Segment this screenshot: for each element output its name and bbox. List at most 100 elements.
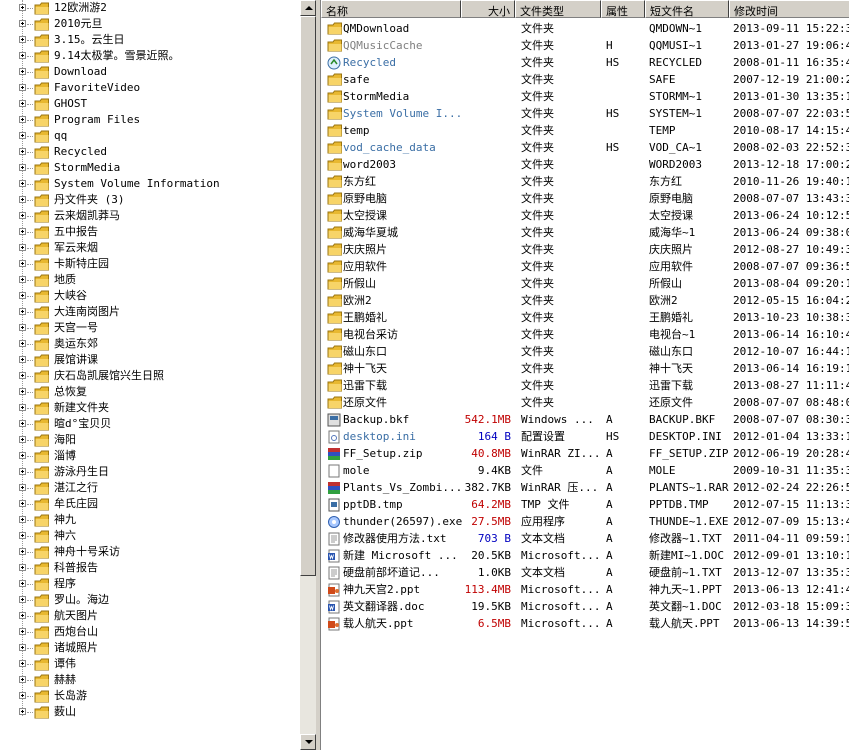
expand-plus-icon[interactable] xyxy=(19,708,26,715)
tree-node[interactable]: StormMedia xyxy=(0,160,300,176)
file-row[interactable]: StormMedia 文件夹 STORMM~1 2013-01-30 13:35:18 xyxy=(321,88,849,105)
tree-node[interactable]: 暄d°宝贝贝 xyxy=(0,416,300,432)
file-row[interactable]: 所假山 文件夹 所假山 2013-08-04 09:20:14 xyxy=(321,275,849,292)
file-row[interactable]: 还原文件 文件夹 还原文件 2008-07-07 08:48:08 xyxy=(321,394,849,411)
file-row[interactable]: 原野电脑 文件夹 原野电脑 2008-07-07 13:43:30 xyxy=(321,190,849,207)
expand-plus-icon[interactable] xyxy=(19,596,26,603)
tree-node[interactable]: 牟氏庄园 xyxy=(0,496,300,512)
expand-plus-icon[interactable] xyxy=(19,436,26,443)
tree-node[interactable]: GHOST xyxy=(0,96,300,112)
file-row[interactable]: thunder(26597).exe 27.5MB 应用程序 A THUNDE~1.EX… xyxy=(321,513,849,530)
tree-node[interactable]: qq xyxy=(0,128,300,144)
expand-plus-icon[interactable] xyxy=(19,52,26,59)
expand-plus-icon[interactable] xyxy=(19,372,26,379)
column-short-name[interactable]: 短文件名 xyxy=(645,0,729,18)
tree-node[interactable]: 淄博 xyxy=(0,448,300,464)
tree-node[interactable]: 卡斯特庄园 xyxy=(0,256,300,272)
expand-plus-icon[interactable] xyxy=(19,292,26,299)
file-row[interactable]: System Volume I... 文件夹 HS SYSTEM~1 2008-07-0… xyxy=(321,105,849,122)
file-row[interactable]: 载人航天.ppt 6.5MB Microsoft... A 载人航天.PPT 2013-0… xyxy=(321,615,849,632)
expand-plus-icon[interactable] xyxy=(19,36,26,43)
file-row[interactable]: 新建 Microsoft ... 20.5KB Microsoft... A 新建MI~… xyxy=(321,547,849,564)
file-row[interactable]: 庆庆照片 文件夹 庆庆照片 2012-08-27 10:49:38 xyxy=(321,241,849,258)
tree-node[interactable]: 12欧洲游2 xyxy=(0,0,300,16)
expand-plus-icon[interactable] xyxy=(19,84,26,91)
tree-node[interactable]: 赫赫 xyxy=(0,672,300,688)
tree-node[interactable]: 大连南岗图片 xyxy=(0,304,300,320)
tree-node[interactable]: 程序 xyxy=(0,576,300,592)
expand-plus-icon[interactable] xyxy=(19,612,26,619)
expand-plus-icon[interactable] xyxy=(19,4,26,11)
file-row[interactable]: Recycled 文件夹 HS RECYCLED 2008-01-11 16:35:40 xyxy=(321,54,849,71)
tree-node[interactable]: 神舟十号采访 xyxy=(0,544,300,560)
tree-node[interactable]: 长岛游 xyxy=(0,688,300,704)
scroll-down-button[interactable] xyxy=(300,734,316,750)
tree-node[interactable]: 诸城照片 xyxy=(0,640,300,656)
expand-plus-icon[interactable] xyxy=(19,244,26,251)
tree-node[interactable]: System Volume Information xyxy=(0,176,300,192)
expand-plus-icon[interactable] xyxy=(19,148,26,155)
tree-node[interactable]: 丹文件夹 (3) xyxy=(0,192,300,208)
file-row[interactable]: 王鹏婚礼 文件夹 王鹏婚礼 2013-10-23 10:38:34 xyxy=(321,309,849,326)
file-row[interactable]: QQMusicCache 文件夹 H QQMUSI~1 2013-01-27 19:06… xyxy=(321,37,849,54)
expand-plus-icon[interactable] xyxy=(19,68,26,75)
tree-node[interactable]: 海阳 xyxy=(0,432,300,448)
file-row[interactable]: 应用软件 文件夹 应用软件 2008-07-07 09:36:52 xyxy=(321,258,849,275)
file-row[interactable]: 磁山东口 文件夹 磁山东口 2012-10-07 16:44:18 xyxy=(321,343,849,360)
expand-plus-icon[interactable] xyxy=(19,340,26,347)
expand-plus-icon[interactable] xyxy=(19,500,26,507)
tree-node[interactable]: Download xyxy=(0,64,300,80)
tree-node[interactable]: 总恢复 xyxy=(0,384,300,400)
expand-plus-icon[interactable] xyxy=(19,260,26,267)
file-row[interactable]: word2003 文件夹 WORD2003 2013-12-18 17:00:22 xyxy=(321,156,849,173)
expand-plus-icon[interactable] xyxy=(19,132,26,139)
tree-node[interactable]: Recycled xyxy=(0,144,300,160)
tree-scrollbar[interactable] xyxy=(300,0,316,750)
tree-node[interactable]: 2010元旦 xyxy=(0,16,300,32)
expand-plus-icon[interactable] xyxy=(19,356,26,363)
expand-plus-icon[interactable] xyxy=(19,564,26,571)
tree-node[interactable]: 游泳丹生日 xyxy=(0,464,300,480)
column-attributes[interactable]: 属性 xyxy=(601,0,645,18)
expand-plus-icon[interactable] xyxy=(19,692,26,699)
tree-node[interactable]: 地质 xyxy=(0,272,300,288)
tree-node[interactable]: 五中报告 xyxy=(0,224,300,240)
scroll-thumb[interactable] xyxy=(300,16,316,576)
file-row[interactable]: 神九天宫2.ppt 113.4MB Microsoft... A 神九天~1.PPT 20… xyxy=(321,581,849,598)
file-row[interactable]: 太空授课 文件夹 太空授课 2013-06-24 10:12:56 xyxy=(321,207,849,224)
expand-plus-icon[interactable] xyxy=(19,308,26,315)
tree-node[interactable]: 神九 xyxy=(0,512,300,528)
tree-node[interactable]: 谭伟 xyxy=(0,656,300,672)
tree-node[interactable]: 3.15。云生日 xyxy=(0,32,300,48)
tree-node[interactable]: 展馆讲课 xyxy=(0,352,300,368)
file-row[interactable]: 英文翻译器.doc 19.5KB Microsoft... A 英文翻~1.DOC 201… xyxy=(321,598,849,615)
expand-plus-icon[interactable] xyxy=(19,388,26,395)
file-row[interactable]: 欧洲2 文件夹 欧洲2 2012-05-15 16:04:26 xyxy=(321,292,849,309)
file-row[interactable]: FF_Setup.zip 40.8MB WinRAR ZI... A FF_SETUP.… xyxy=(321,445,849,462)
tree-node[interactable]: 军云来烟 xyxy=(0,240,300,256)
expand-plus-icon[interactable] xyxy=(19,580,26,587)
expand-plus-icon[interactable] xyxy=(19,532,26,539)
file-row[interactable]: 迅雷下载 文件夹 迅雷下载 2013-08-27 11:11:44 xyxy=(321,377,849,394)
tree-node[interactable]: 湛江之行 xyxy=(0,480,300,496)
tree-node[interactable]: 天宫一号 xyxy=(0,320,300,336)
expand-plus-icon[interactable] xyxy=(19,484,26,491)
expand-plus-icon[interactable] xyxy=(19,116,26,123)
tree-node[interactable]: 西炮台山 xyxy=(0,624,300,640)
expand-plus-icon[interactable] xyxy=(19,228,26,235)
expand-plus-icon[interactable] xyxy=(19,276,26,283)
tree-node[interactable]: 航天图片 xyxy=(0,608,300,624)
column-modified[interactable]: 修改时间 xyxy=(729,0,849,18)
tree-node[interactable]: 庆石岛凯展馆兴生日照 xyxy=(0,368,300,384)
column-type[interactable]: 文件类型 xyxy=(515,0,601,18)
tree-node[interactable]: 神六 xyxy=(0,528,300,544)
expand-plus-icon[interactable] xyxy=(19,180,26,187)
expand-plus-icon[interactable] xyxy=(19,20,26,27)
scroll-up-button[interactable] xyxy=(300,0,316,16)
tree-node[interactable]: 科普报告 xyxy=(0,560,300,576)
file-row[interactable]: QMDownload 文件夹 QMDOWN~1 2013-09-11 15:22:30 xyxy=(321,20,849,37)
expand-plus-icon[interactable] xyxy=(19,164,26,171)
expand-plus-icon[interactable] xyxy=(19,468,26,475)
tree-node[interactable]: FavoriteVideo xyxy=(0,80,300,96)
expand-plus-icon[interactable] xyxy=(19,324,26,331)
